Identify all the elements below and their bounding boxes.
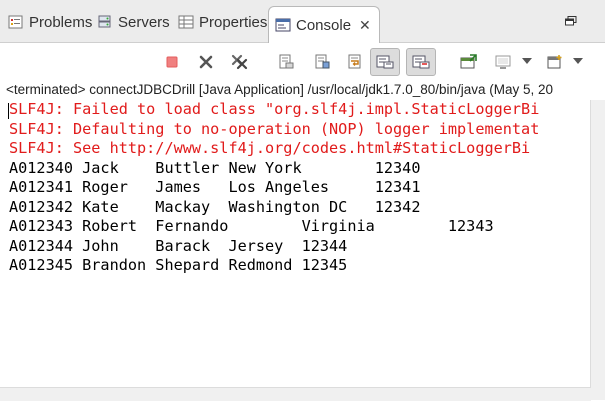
tab-properties[interactable]: Properties <box>178 8 267 36</box>
stdout-line: A012344 John Barack Jersey 12344 <box>9 236 348 255</box>
stop-icon <box>166 56 178 68</box>
show-on-stdout-button[interactable] <box>370 48 400 76</box>
scrollbar-corner <box>591 387 605 400</box>
remove-all-terminated-button[interactable] <box>228 50 252 74</box>
tab-label: Servers <box>118 13 170 31</box>
error-console-icon <box>412 55 430 69</box>
scroll-lock-button[interactable] <box>310 50 334 74</box>
close-icon[interactable]: ✕ <box>359 17 371 34</box>
tab-label: Console <box>296 16 352 34</box>
remove-all-icon <box>231 54 248 70</box>
view-tab-bar: Problems Servers Properties Console ✕ <box>0 0 605 43</box>
stdout-line: A012341 Roger James Los Angeles 12341 <box>9 178 421 196</box>
open-console-button[interactable] <box>543 50 567 74</box>
text-cursor <box>8 103 9 119</box>
tab-label: Problems <box>29 13 93 31</box>
stderr-line: SLF4J: Failed to load class "org.slf4j.i… <box>9 100 540 118</box>
remove-icon <box>199 55 213 69</box>
word-wrap-icon <box>348 54 361 69</box>
stdout-line: A012343 Robert Fernando Virginia 12343 <box>9 217 494 235</box>
new-console-icon <box>547 55 562 69</box>
pin-console-button[interactable] <box>457 50 481 74</box>
console-icon <box>275 17 291 33</box>
display-console-icon <box>495 55 511 69</box>
stderr-line: SLF4J: See http://www.slf4j.org/codes.ht… <box>9 139 531 157</box>
vertical-scrollbar[interactable] <box>590 100 605 387</box>
word-wrap-button[interactable] <box>343 50 367 74</box>
chevron-down-icon[interactable] <box>573 58 583 64</box>
console-toolbar <box>0 43 605 81</box>
display-selected-console-button[interactable] <box>491 50 515 74</box>
horizontal-scrollbar[interactable] <box>0 387 591 401</box>
remove-launch-button[interactable] <box>194 50 218 74</box>
servers-icon <box>97 14 113 30</box>
tab-problems[interactable]: Problems <box>8 8 92 36</box>
console-output[interactable]: SLF4J: Failed to load class "org.slf4j.i… <box>0 100 591 387</box>
maximize-icon[interactable] <box>565 13 577 26</box>
stdout-line: A012340 Jack Buttler New York 12340 <box>9 158 421 177</box>
tab-servers[interactable]: Servers <box>97 8 170 36</box>
terminate-button[interactable] <box>160 50 184 74</box>
stdout-line: A012345 Brandon Shepard Redmond 12345 <box>9 256 348 274</box>
process-status-label: <terminated> connectJDBCDrill [Java Appl… <box>6 82 554 97</box>
open-console-icon <box>460 54 477 69</box>
clear-console-button[interactable] <box>274 50 298 74</box>
pin-console-icon <box>376 55 394 69</box>
scroll-lock-icon <box>315 54 330 69</box>
tab-console[interactable]: Console ✕ <box>268 6 380 43</box>
chevron-down-icon[interactable] <box>522 58 532 64</box>
stdout-line: A012342 Kate Mackay Washington DC 12342 <box>9 197 421 216</box>
show-on-stderr-button[interactable] <box>406 48 436 76</box>
clear-console-icon <box>279 54 294 69</box>
stderr-line: SLF4J: Defaulting to no-operation (NOP) … <box>9 119 540 138</box>
problems-icon <box>8 14 24 30</box>
tab-label: Properties <box>199 13 268 31</box>
properties-icon <box>178 14 194 30</box>
